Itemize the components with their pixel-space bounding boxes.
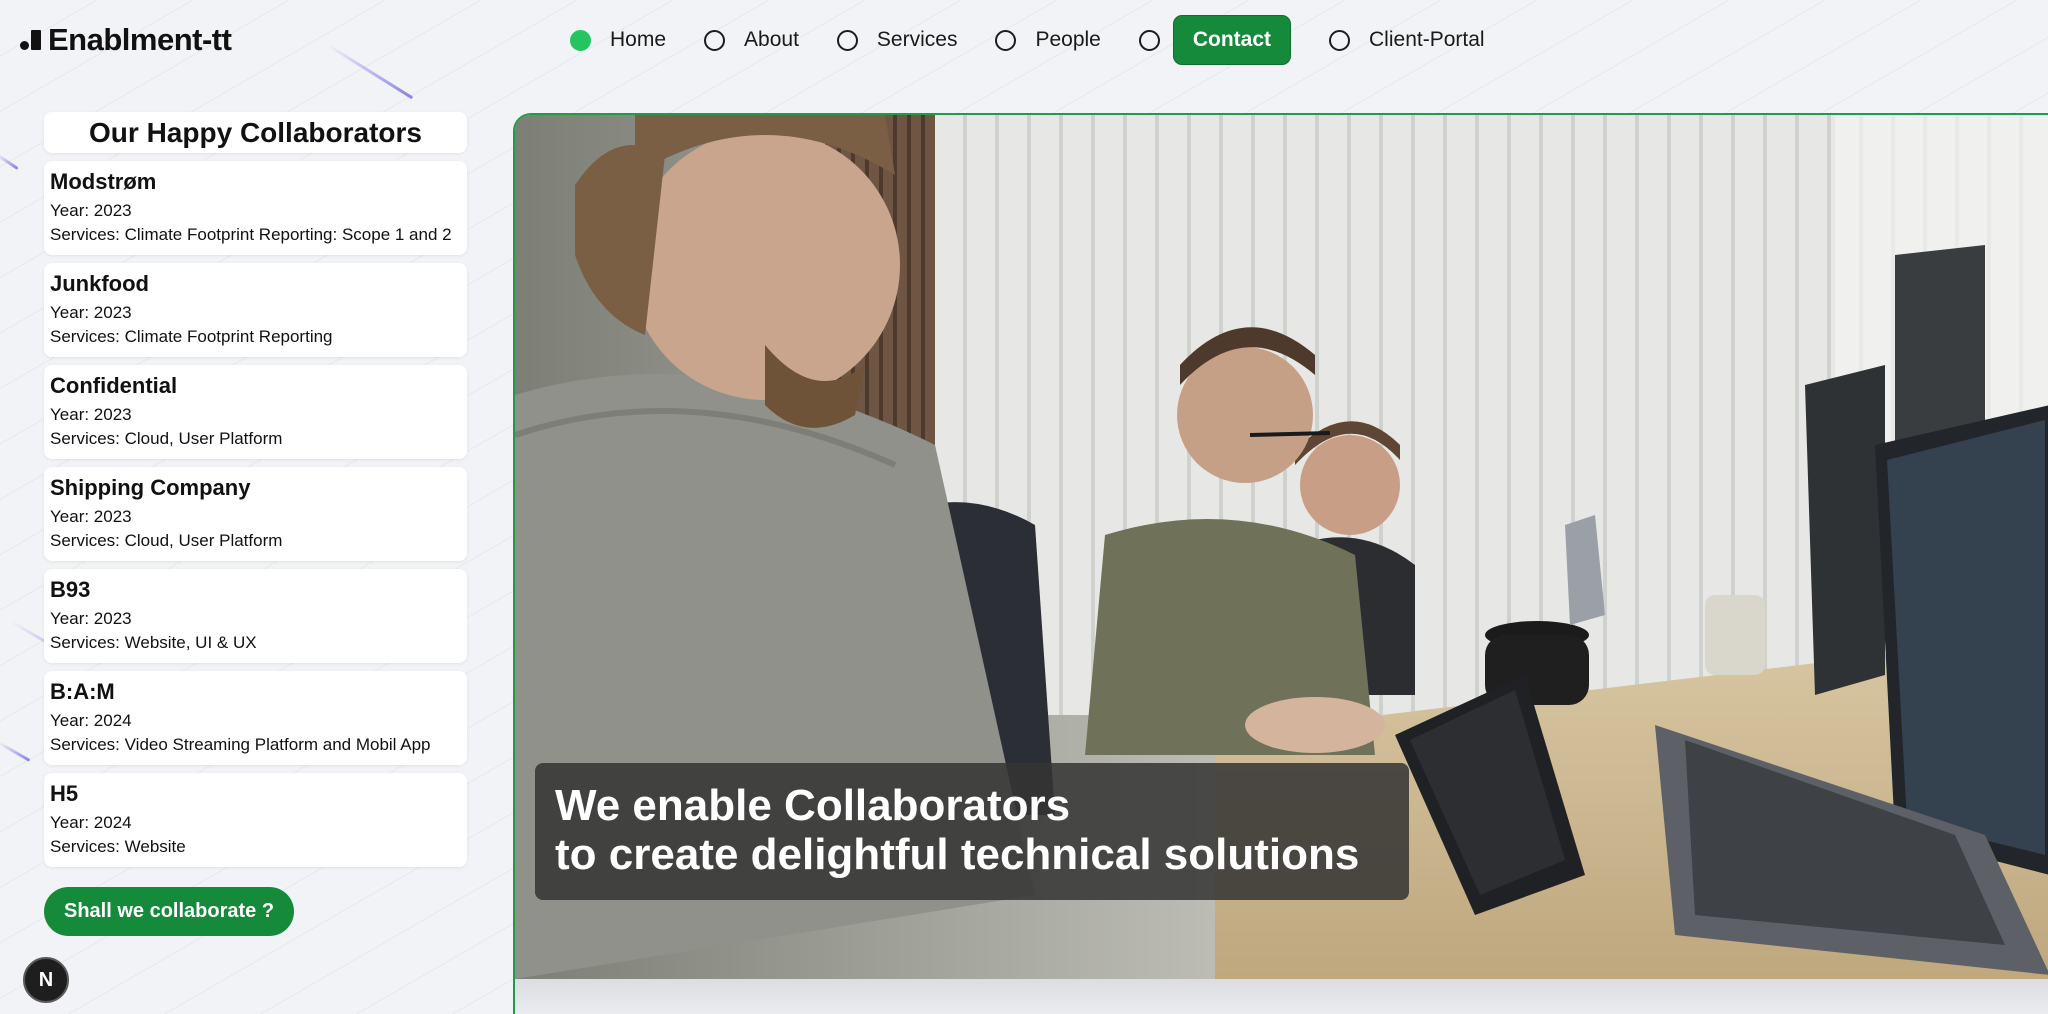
nav-item-people[interactable]: People: [995, 28, 1101, 52]
main-nav: Home About Services People Contact Clien…: [570, 14, 1523, 66]
radio-empty-icon: [704, 29, 726, 51]
nav-item-contact[interactable]: Contact: [1138, 15, 1292, 65]
nav-item-services[interactable]: Services: [836, 28, 958, 52]
nav-label: About: [744, 28, 799, 51]
collaborator-services: Services: Cloud, User Platform: [50, 531, 283, 550]
radio-selected-icon: [570, 29, 591, 51]
hero-headline-line1: We enable Collaborators: [555, 781, 1071, 830]
collaborator-card: Modstrøm Year: 2023 Services: Climate Fo…: [44, 161, 467, 255]
nav-label: Services: [876, 28, 958, 51]
collaborator-card: Shipping Company Year: 2023 Services: Cl…: [44, 467, 467, 561]
collaborator-year: Year: 2023: [50, 405, 132, 424]
collaborator-year: Year: 2023: [50, 303, 132, 322]
collaborator-card: B:A:M Year: 2024 Services: Video Streami…: [44, 671, 467, 765]
collaborator-name: Shipping Company: [50, 475, 251, 500]
hero-headline: We enable Collaborators to create deligh…: [535, 763, 1409, 900]
collaborator-card: H5 Year: 2024 Services: Website: [44, 773, 467, 867]
collaborator-year: Year: 2024: [50, 711, 132, 730]
nav-item-home[interactable]: Home: [570, 28, 666, 52]
logo-text: Enablment-tt: [48, 22, 232, 57]
nav-item-about[interactable]: About: [704, 28, 799, 52]
site-logo[interactable]: Enablment-tt: [20, 20, 232, 60]
collaborator-year: Year: 2023: [50, 507, 132, 526]
hero-bottom-strip: [515, 979, 2048, 1014]
radio-empty-icon: [1329, 29, 1351, 51]
hero-section: We enable Collaborators to create deligh…: [513, 113, 2048, 1014]
collaborator-name: Confidential: [50, 373, 178, 398]
collaborator-year: Year: 2023: [50, 201, 132, 220]
collaborator-services: Services: Video Streaming Platform and M…: [50, 735, 431, 754]
logo-mark-icon: [20, 28, 42, 52]
dev-indicator-badge[interactable]: N: [23, 957, 69, 1003]
nav-item-client-portal[interactable]: Client-Portal: [1329, 28, 1485, 52]
collaborator-year: Year: 2024: [50, 813, 132, 832]
collaborator-services: Services: Climate Footprint Reporting: [50, 327, 333, 346]
collaborator-services: Services: Cloud, User Platform: [50, 429, 283, 448]
radio-empty-icon: [836, 29, 858, 51]
collaborator-name: B:A:M: [50, 679, 115, 704]
collaborate-button[interactable]: Shall we collaborate ?: [44, 887, 295, 936]
collaborator-year: Year: 2023: [50, 609, 132, 628]
collaborator-services: Services: Website, UI & UX: [50, 633, 257, 652]
nav-label: Home: [610, 28, 667, 51]
collaborator-name: H5: [50, 781, 79, 806]
collaborator-name: Modstrøm: [50, 169, 157, 194]
collaborator-card: Junkfood Year: 2023 Services: Climate Fo…: [44, 263, 467, 357]
collaborator-card: B93 Year: 2023 Services: Website, UI & U…: [44, 569, 467, 663]
radio-empty-icon: [1138, 29, 1160, 51]
collaborator-name: Junkfood: [50, 271, 149, 296]
collaborators-sidebar: Our Happy Collaborators Modstrøm Year: 2…: [44, 112, 467, 936]
contact-button[interactable]: Contact: [1172, 15, 1292, 65]
collaborator-card: Confidential Year: 2023 Services: Cloud,…: [44, 365, 467, 459]
collaborator-name: B93: [50, 577, 91, 602]
nav-label: Client-Portal: [1369, 28, 1485, 51]
collaborator-services: Services: Climate Footprint Reporting: S…: [50, 225, 452, 244]
collaborator-services: Services: Website: [50, 837, 186, 856]
radio-empty-icon: [995, 29, 1017, 51]
sidebar-title: Our Happy Collaborators: [44, 112, 467, 153]
hero-headline-line2: to create delightful technical solutions: [555, 830, 1360, 879]
nav-label: People: [1035, 28, 1101, 51]
